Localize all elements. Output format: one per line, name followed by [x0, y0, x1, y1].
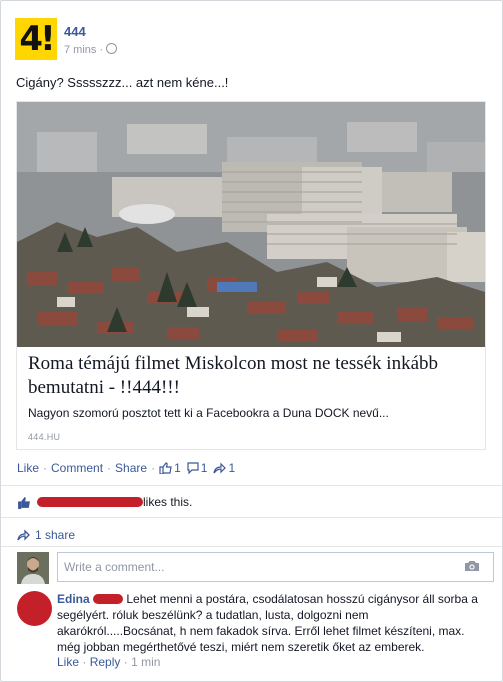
city-photo — [17, 102, 485, 347]
globe-icon[interactable] — [106, 43, 118, 54]
comment-input[interactable] — [57, 552, 494, 582]
divider — [1, 485, 502, 486]
page-logo[interactable]: 4! — [15, 18, 57, 60]
share-arrow-icon — [213, 462, 227, 474]
comment-bubble-icon — [187, 462, 199, 474]
comment-like-button[interactable]: Like — [57, 655, 79, 669]
likes-summary: likes this. — [17, 495, 192, 509]
comment-author-link[interactable]: Edina — [57, 592, 90, 606]
link-preview-image[interactable] — [17, 102, 485, 347]
likes-suffix: likes this. — [143, 495, 193, 509]
comment-body: Edina Lehet menni a postára, csodálatosa… — [57, 591, 485, 655]
post-status-text: Cigány? Ssssszzz... azt nem kéne...! — [16, 75, 229, 90]
comment-meta: Like · Reply · 1 min — [57, 655, 160, 669]
like-count[interactable]: 1 — [159, 461, 181, 475]
divider — [1, 517, 502, 518]
separator-dot: · — [107, 461, 112, 475]
current-user-avatar[interactable] — [17, 552, 49, 584]
separator-dot: · — [43, 461, 48, 475]
shares-count-text: 1 share — [35, 528, 76, 542]
separator-dot: · — [151, 461, 156, 475]
post-actions: Like · Comment · Share · 1 1 1 — [17, 461, 241, 475]
commenter-avatar[interactable] — [17, 591, 52, 626]
comment-button[interactable]: Comment — [51, 461, 103, 475]
link-title[interactable]: Roma témájú filmet Miskolcon most ne tes… — [28, 352, 474, 400]
comment-count-value: 1 — [200, 461, 208, 475]
shares-summary[interactable]: 1 share — [17, 528, 75, 542]
like-count-value: 1 — [174, 461, 181, 475]
share-count-value: 1 — [228, 461, 236, 475]
separator-dot: · — [123, 655, 132, 669]
share-button[interactable]: Share — [115, 461, 147, 475]
redacted-name — [93, 594, 124, 604]
redacted-name — [37, 497, 143, 507]
comment-count[interactable]: 1 — [187, 461, 208, 475]
link-host: 444.HU — [28, 432, 61, 442]
post-timestamp[interactable]: 7 mins · — [64, 43, 118, 56]
logo-mark: 4! — [19, 19, 55, 59]
camera-icon[interactable] — [464, 560, 480, 572]
thumbs-up-icon — [159, 462, 172, 474]
share-count[interactable]: 1 — [213, 461, 235, 475]
divider — [1, 546, 502, 547]
separator-dot: · — [82, 655, 90, 669]
share-arrow-icon — [17, 529, 30, 541]
link-description: Nagyon szomorú posztot tett ki a Faceboo… — [28, 406, 389, 420]
post-time-text: 7 mins · — [64, 44, 104, 56]
link-preview[interactable]: Roma témájú filmet Miskolcon most ne tes… — [16, 101, 486, 450]
like-button[interactable]: Like — [17, 461, 39, 475]
comment-timestamp[interactable]: 1 min — [131, 655, 160, 669]
thumbs-up-icon — [18, 496, 30, 509]
post-card: 4! 444 7 mins · Cigány? Ssssszzz... azt … — [0, 0, 503, 682]
user-photo — [17, 552, 49, 584]
comment-reply-button[interactable]: Reply — [90, 655, 121, 669]
page-name-link[interactable]: 444 — [64, 24, 86, 39]
